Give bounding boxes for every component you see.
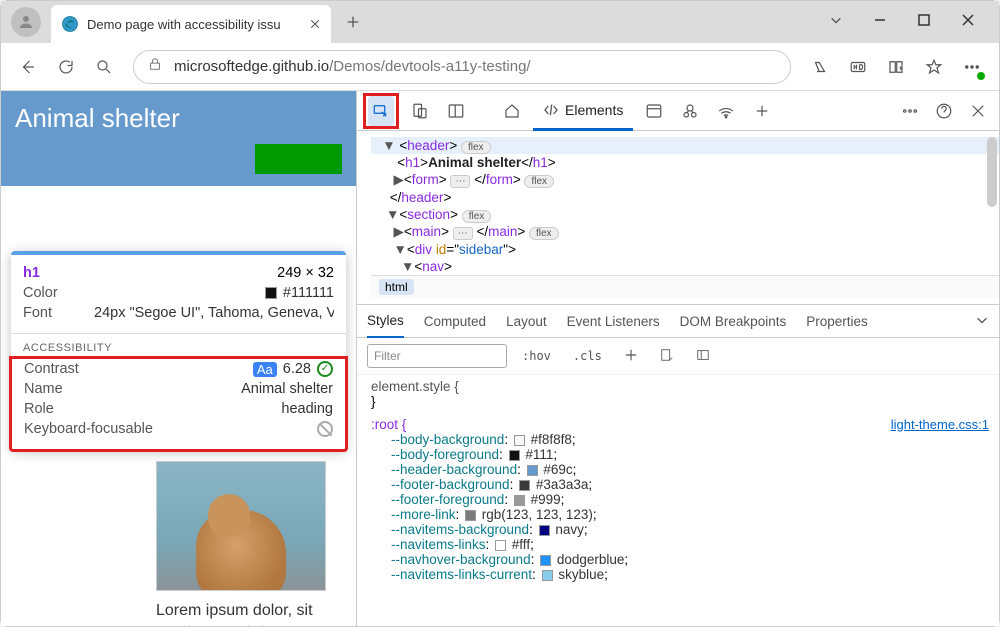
cls-toggle[interactable]: .cls	[566, 346, 609, 366]
new-rule-button[interactable]	[617, 345, 645, 368]
devtools-panel: Elements ▼ <header> flex <h1>Animal shel…	[356, 91, 999, 626]
tab-event-listeners[interactable]: Event Listeners	[567, 314, 660, 329]
sources-tab-icon[interactable]	[675, 96, 705, 126]
css-property[interactable]: --more-link: rgb(123, 123, 123);	[371, 507, 989, 522]
styles-tabs: Styles Computed Layout Event Listeners D…	[357, 304, 999, 338]
more-menu-button[interactable]	[953, 48, 991, 86]
application-tab-icon[interactable]	[639, 96, 669, 126]
tab-computed[interactable]: Computed	[424, 314, 486, 329]
scrollbar[interactable]	[987, 137, 997, 207]
color-swatch	[265, 287, 277, 299]
maximize-button[interactable]	[917, 13, 931, 32]
css-property[interactable]: --navitems-background: navy;	[371, 522, 989, 537]
network-tab-icon[interactable]	[711, 96, 741, 126]
favorite-icon[interactable]	[915, 48, 953, 86]
inspect-tag: h1	[23, 265, 40, 281]
styles-toolbar: Filter :hov .cls	[357, 338, 999, 375]
url-input[interactable]: microsoftedge.github.io/Demos/devtools-a…	[133, 50, 791, 84]
page-header: Animal shelter	[1, 91, 356, 186]
rendered-page: Animal shelter Sheep Horses Alpacas Help…	[1, 91, 356, 626]
lorem-text: Lorem ipsum dolor, sit amet consectetur …	[156, 601, 326, 626]
css-property[interactable]: --footer-foreground: #999;	[371, 492, 989, 507]
not-focusable-icon	[317, 421, 333, 437]
inspect-tool-highlight	[363, 93, 399, 129]
edge-icon	[61, 15, 79, 33]
check-icon: ✓	[317, 361, 333, 377]
css-pane[interactable]: element.style {} light-theme.css:1 :root…	[357, 375, 999, 626]
devtools-close-button[interactable]	[963, 96, 993, 126]
green-block	[255, 144, 342, 174]
inspect-tooltip: h1 249 × 32 Color #111111 Font 24px "Seg…	[11, 251, 346, 450]
url-text: microsoftedge.github.io/Demos/devtools-a…	[174, 58, 531, 75]
hd-icon[interactable]	[839, 48, 877, 86]
filter-input[interactable]: Filter	[367, 344, 507, 368]
device-emulation-button[interactable]	[405, 96, 435, 126]
search-icon[interactable]	[85, 48, 123, 86]
browser-titlebar: Demo page with accessibility issu	[1, 1, 999, 43]
tab-properties[interactable]: Properties	[806, 314, 868, 329]
computed-toggle-icon[interactable]	[689, 345, 717, 368]
tab-layout[interactable]: Layout	[506, 314, 547, 329]
css-property[interactable]: --header-background: #69c;	[371, 462, 989, 477]
hov-toggle[interactable]: :hov	[515, 346, 558, 366]
contrast-badge: Aa	[253, 362, 277, 377]
inspect-dims: 249 × 32	[277, 265, 334, 281]
a11y-section-highlight: Contrast Aa6.28✓ Name Animal shelter Rol…	[9, 356, 348, 452]
css-property[interactable]: --navhover-background: dodgerblue;	[371, 552, 989, 567]
welcome-tab-icon[interactable]	[497, 96, 527, 126]
minimize-button[interactable]	[873, 13, 887, 32]
profile-icon[interactable]	[11, 7, 41, 37]
elements-tab[interactable]: Elements	[533, 91, 633, 131]
close-window-button[interactable]	[961, 13, 975, 32]
inspect-element-button[interactable]	[368, 96, 394, 126]
lock-icon	[148, 57, 162, 76]
print-media-icon[interactable]	[653, 345, 681, 368]
tab-title: Demo page with accessibility issu	[87, 17, 303, 32]
dock-side-icon[interactable]	[441, 96, 471, 126]
devtools-help-icon[interactable]	[929, 96, 959, 126]
tab-actions-icon[interactable]	[829, 13, 843, 32]
tab-dom-breakpoints[interactable]: DOM Breakpoints	[680, 314, 787, 329]
css-property[interactable]: --body-background: #f8f8f8;	[371, 432, 989, 447]
page-h1: Animal shelter	[15, 103, 342, 134]
back-button[interactable]	[9, 48, 47, 86]
more-tabs-button[interactable]	[747, 96, 777, 126]
a11y-heading: ACCESSIBILITY	[11, 333, 346, 358]
read-aloud-icon[interactable]	[801, 48, 839, 86]
notification-dot	[977, 72, 985, 80]
new-tab-button[interactable]	[335, 4, 371, 40]
chevron-down-icon[interactable]	[975, 313, 989, 330]
css-source-link[interactable]: light-theme.css:1	[891, 417, 989, 432]
devtools-more-icon[interactable]	[895, 96, 925, 126]
tab-styles[interactable]: Styles	[367, 304, 404, 338]
dom-tree[interactable]: ▼ <header> flex <h1>Animal shelter</h1> …	[357, 131, 999, 304]
css-property[interactable]: --footer-background: #3a3a3a;	[371, 477, 989, 492]
close-tab-icon[interactable]	[307, 16, 323, 32]
css-property[interactable]: --navitems-links: #fff;	[371, 537, 989, 552]
css-property[interactable]: --navitems-links-current: skyblue;	[371, 567, 989, 582]
address-bar: microsoftedge.github.io/Demos/devtools-a…	[1, 43, 999, 91]
refresh-button[interactable]	[47, 48, 85, 86]
devtools-toolbar: Elements	[357, 91, 999, 131]
cat-image	[156, 461, 326, 591]
immersive-reader-icon[interactable]	[877, 48, 915, 86]
browser-tab[interactable]: Demo page with accessibility issu	[51, 5, 331, 43]
breadcrumb[interactable]: html	[371, 275, 999, 298]
css-property[interactable]: --body-foreground: #111;	[371, 447, 989, 462]
